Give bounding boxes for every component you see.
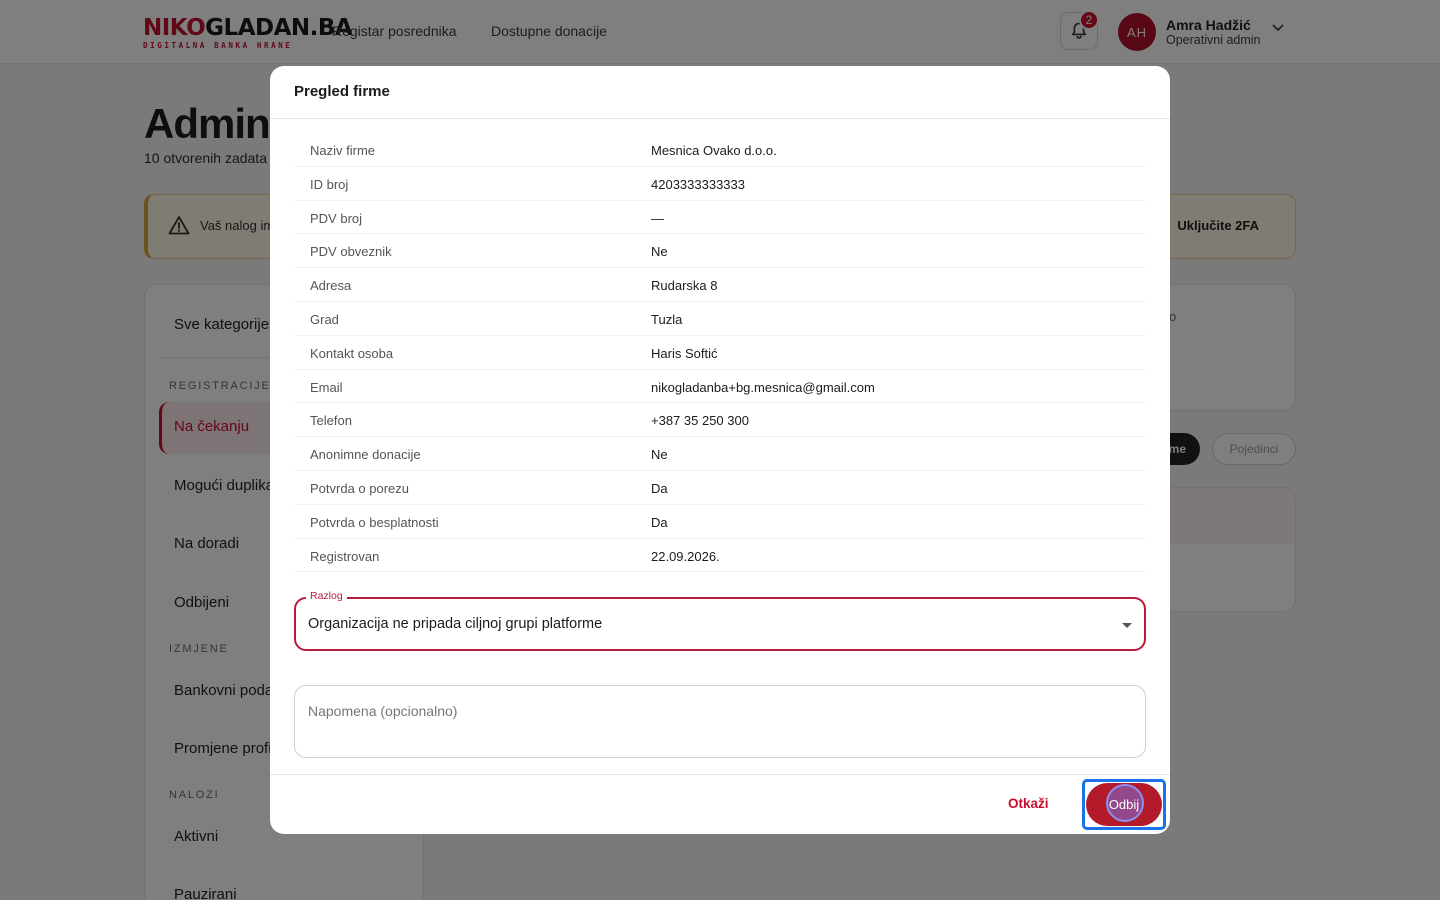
detail-value: Haris Softić — [651, 345, 718, 361]
detail-value: +387 35 250 300 — [651, 413, 749, 429]
detail-row-potvrda-o-besplatnosti: Potvrda o besplatnosti Da — [294, 505, 1146, 539]
detail-label: PDV broj — [310, 210, 363, 226]
detail-value: Da — [651, 480, 668, 496]
detail-value: Da — [651, 514, 668, 530]
detail-row-potvrda-o-porezu: Potvrda o porezu Da — [294, 471, 1146, 505]
detail-value: nikogladanba+bg.mesnica@gmail.com — [651, 379, 875, 395]
detail-value: Mesnica Ovako d.o.o. — [651, 143, 777, 158]
dropdown-caret-icon — [1122, 623, 1132, 628]
reason-select-label: Razlog — [306, 590, 347, 602]
detail-value: Rudarska 8 — [651, 278, 718, 294]
reject-button-label: Odbij — [1108, 797, 1140, 812]
detail-value: 22.09.2026. — [651, 548, 720, 564]
detail-row-naziv-firme: Naziv firme Mesnica Ovako d.o.o. — [294, 133, 1146, 167]
detail-row-registrovan: Registrovan 22.09.2026. — [294, 539, 1146, 573]
detail-row-kontakt-osoba: Kontakt osoba Haris Softić — [294, 336, 1146, 370]
detail-row-adresa: Adresa Rudarska 8 — [294, 268, 1146, 302]
detail-row-anonimne-donacije: Anonimne donacije Ne — [294, 437, 1146, 471]
detail-value: Ne — [651, 244, 668, 260]
modal-header-divider — [270, 118, 1170, 119]
detail-value: — — [651, 210, 664, 226]
reason-select-value: Organizacija ne pripada ciljnoj grupi pl… — [308, 616, 603, 632]
detail-row-pdv-broj: PDV broj — — [294, 201, 1146, 235]
detail-label: PDV obveznik — [310, 244, 392, 260]
detail-value: Ne — [651, 447, 668, 463]
detail-row-grad: Grad Tuzla — [294, 302, 1146, 336]
reason-select[interactable]: Razlog Organizacija ne pripada ciljnoj g… — [294, 590, 1146, 651]
detail-label: Registrovan — [310, 548, 380, 564]
detail-row-telefon: Telefon +387 35 250 300 — [294, 403, 1146, 438]
detail-row-email: Email nikogladanba+bg.mesnica@gmail.com — [294, 370, 1146, 404]
detail-label: Potvrda o porezu — [310, 480, 410, 496]
detail-row-id-broj: ID broj 4203333333333 — [294, 167, 1146, 201]
detail-value: 4203333333333 — [651, 176, 745, 192]
company-details-list: Naziv firme Mesnica Ovako d.o.o. ID broj 4… — [294, 133, 1146, 573]
modal-footer-divider — [270, 774, 1170, 775]
detail-label: Naziv firme — [310, 143, 376, 158]
detail-label: Anonimne donacije — [310, 447, 421, 463]
modal-title: Pregled firme — [294, 83, 390, 100]
detail-label: Grad — [310, 311, 339, 327]
detail-label: Email — [310, 379, 343, 395]
cancel-button[interactable]: Otkaži — [1008, 791, 1049, 815]
detail-row-pdv-obveznik: PDV obveznik Ne — [294, 234, 1146, 269]
detail-label: Telefon — [310, 413, 352, 429]
detail-label: ID broj — [310, 176, 349, 192]
detail-label: Kontakt osoba — [310, 345, 394, 361]
detail-value: Tuzla — [651, 311, 683, 327]
detail-label: Potvrda o besplatnosti — [310, 514, 439, 530]
company-review-modal: Pregled firme Naziv firme Mesnica Ovako d… — [270, 66, 1170, 834]
detail-label: Adresa — [310, 278, 352, 294]
note-textarea[interactable] — [294, 685, 1146, 758]
